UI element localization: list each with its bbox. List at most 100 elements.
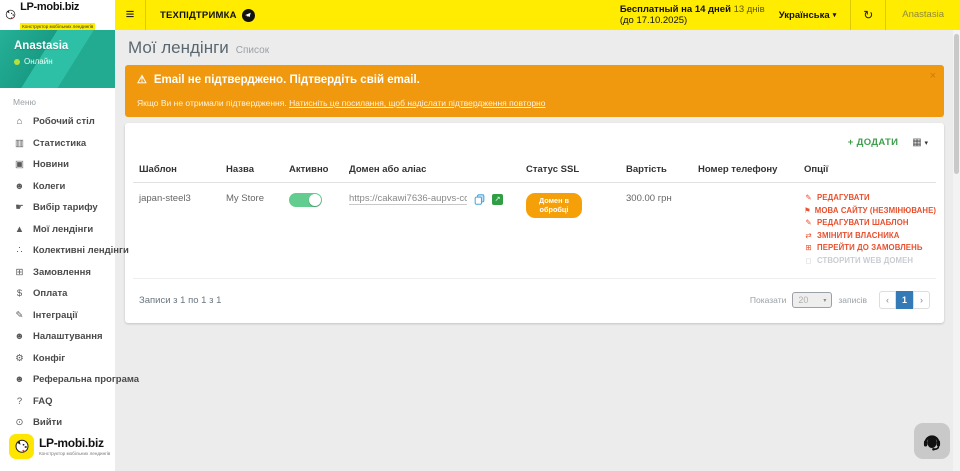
- domain-icon: ◻: [804, 256, 813, 265]
- page-size-select[interactable]: 20 ▾: [792, 292, 832, 308]
- page-subtitle: Список: [236, 45, 269, 56]
- domain-link[interactable]: https://cakawi7636-aupvs-com-42: [349, 193, 467, 205]
- menu-section-label: Меню: [0, 88, 115, 109]
- dashboard-icon: ⌂: [13, 116, 26, 127]
- hamburger-menu-icon[interactable]: ≡: [115, 0, 145, 30]
- flag-icon: ⚑: [804, 206, 811, 215]
- pagination-prev-button[interactable]: ‹: [879, 291, 896, 309]
- sidebar-item-payment[interactable]: $Оплата: [0, 283, 115, 305]
- active-toggle[interactable]: [289, 193, 322, 207]
- option-create-web-domain: ◻СТВОРИТИ WEB ДОМЕН: [804, 256, 930, 265]
- col-phone: Номер телефону: [692, 158, 798, 183]
- resend-confirmation-link[interactable]: Натисніть це посилання, щоб надіслати пі…: [289, 98, 545, 108]
- referral-icon: ☻: [13, 374, 26, 385]
- dog-logo-icon: [4, 5, 17, 25]
- payment-icon: $: [13, 288, 26, 299]
- logo-bottom[interactable]: LP-mobi.biz Конструктор мобільних лендин…: [9, 434, 110, 459]
- columns-visibility-button[interactable]: ▦ ▾: [912, 137, 928, 148]
- orders-icon: ⊞: [13, 267, 26, 278]
- sidebar-item-settings[interactable]: ☻Налаштування: [0, 326, 115, 348]
- landings-card: + ДОДАТИ ▦ ▾ Шаблон Назва Активн: [125, 123, 944, 323]
- col-price: Вартість: [620, 158, 692, 183]
- trial-status[interactable]: Бесплатный на 14 дней 13 днів (до 17.10.…: [620, 4, 765, 27]
- scrollbar-track: [953, 30, 960, 471]
- add-landing-button[interactable]: + ДОДАТИ: [848, 137, 898, 148]
- sidebar-item-collective-landings[interactable]: ∴Колективні лендінги: [0, 240, 115, 262]
- table-header-row: Шаблон Назва Активно Домен або аліас Ста…: [133, 158, 936, 183]
- options-list: ✎РЕДАГУВАТИ ⚑МОВА САЙТУ (НЕЗМІНЮВАНЕ) ✎Р…: [804, 193, 930, 265]
- sidebar-item-config[interactable]: ⚙Конфіг: [0, 348, 115, 370]
- sidebar-item-my-landings[interactable]: ▲Мої лендінги: [0, 219, 115, 241]
- cell-active: [283, 183, 343, 279]
- show-label: Показати: [750, 295, 786, 305]
- refresh-icon[interactable]: ↻: [851, 0, 885, 30]
- language-selector[interactable]: Українська ▾: [779, 10, 836, 21]
- sidebar-item-integrations[interactable]: ✎Інтеграції: [0, 305, 115, 327]
- headset-icon: [921, 430, 943, 452]
- sidebar-item-orders[interactable]: ⊞Замовлення: [0, 262, 115, 284]
- tariff-icon: ☛: [13, 202, 26, 213]
- landings-table: Шаблон Назва Активно Домен або аліас Ста…: [133, 158, 936, 279]
- close-icon[interactable]: ×: [930, 70, 936, 82]
- sidebar-item-news[interactable]: ▣Новини: [0, 154, 115, 176]
- online-status-dot: [14, 59, 20, 65]
- settings-icon: ☻: [13, 331, 26, 342]
- scrollbar-thumb[interactable]: [954, 34, 959, 174]
- col-active: Активно: [283, 158, 343, 183]
- cell-template: japan-steel3: [133, 183, 220, 279]
- page-title: Мої лендінги: [128, 38, 229, 58]
- sidebar-user-status: Онлайн: [24, 57, 53, 66]
- col-options: Опції: [798, 158, 936, 183]
- col-domain: Домен або аліас: [343, 158, 520, 183]
- sidebar-item-faq[interactable]: ?FAQ: [0, 391, 115, 413]
- chevron-down-icon: ▾: [924, 140, 928, 147]
- logo-top[interactable]: LP-mobi.biz Конструктор мобільних лендин…: [0, 0, 115, 30]
- swap-icon: ⇄: [804, 231, 813, 240]
- logo-name: LP-mobi.biz: [20, 1, 79, 13]
- sidebar-item-referral[interactable]: ☻Реферальна програма: [0, 369, 115, 391]
- statistics-icon: ▥: [13, 138, 26, 149]
- topbar: ≡ ТЕХПІДТРИМКА Бесплатный на 14 дней 13 …: [115, 0, 960, 30]
- sidebar-item-tariff[interactable]: ☛Вибір тарифу: [0, 197, 115, 219]
- option-change-owner[interactable]: ⇄ЗМІНИТИ ВЛАСНИКА: [804, 231, 930, 240]
- cell-price: 300.00 грн: [620, 183, 692, 279]
- copy-icon[interactable]: [474, 194, 485, 205]
- faq-icon: ?: [13, 396, 26, 407]
- cell-domain: https://cakawi7636-aupvs-com-42 ↗: [343, 183, 520, 279]
- option-go-to-orders[interactable]: ⊞ПЕРЕЙТИ ДО ЗАМОВЛЕНЬ: [804, 243, 930, 252]
- edit-icon: ✎: [804, 218, 813, 227]
- main-content: Мої лендінги Список ⚠ Email не підтвердж…: [115, 30, 960, 471]
- collective-landings-icon: ∴: [13, 245, 26, 256]
- open-site-icon[interactable]: ↗: [492, 194, 503, 205]
- option-edit[interactable]: ✎РЕДАГУВАТИ: [804, 193, 930, 202]
- sidebar: LP-mobi.biz Конструктор мобільних лендин…: [0, 0, 115, 471]
- pagination-page-1[interactable]: 1: [896, 291, 913, 309]
- sidebar-item-logout[interactable]: ⊙Вийти: [0, 412, 115, 434]
- banner-text: Якщо Ви не отримали підтвердження.: [137, 98, 287, 108]
- sidebar-menu: ⌂Робочий стіл ▥Статистика ▣Новини ☻Колег…: [0, 111, 115, 434]
- pagination-next-button[interactable]: ›: [913, 291, 930, 309]
- option-site-language[interactable]: ⚑МОВА САЙТУ (НЕЗМІНЮВАНЕ): [804, 206, 930, 215]
- trial-until: (до 17.10.2025): [620, 15, 765, 26]
- colleagues-icon: ☻: [13, 181, 26, 192]
- option-edit-template[interactable]: ✎РЕДАГУВАТИ ШАБЛОН: [804, 218, 930, 227]
- col-name: Назва: [220, 158, 283, 183]
- telegram-icon: [242, 9, 255, 22]
- cart-icon: ⊞: [804, 243, 813, 252]
- support-chat-widget[interactable]: [914, 423, 950, 459]
- dog-logo-icon: [9, 434, 34, 459]
- records-info: Записи з 1 по 1 з 1: [139, 295, 221, 306]
- email-warning-banner: ⚠ Email не підтверджено. Підтвердіть сві…: [125, 65, 944, 117]
- cell-name: My Store: [220, 183, 283, 279]
- sidebar-item-statistics[interactable]: ▥Статистика: [0, 133, 115, 155]
- news-icon: ▣: [13, 159, 26, 170]
- config-icon: ⚙: [13, 353, 26, 364]
- logo-tagline: Конструктор мобільних лендингів: [20, 23, 95, 30]
- warning-icon: ⚠: [137, 73, 147, 86]
- banner-title: Email не підтверджено. Підтвердіть свій …: [154, 74, 420, 86]
- support-button[interactable]: ТЕХПІДТРИМКА: [146, 0, 269, 30]
- col-ssl: Статус SSL: [520, 158, 620, 183]
- sidebar-item-dashboard[interactable]: ⌂Робочий стіл: [0, 111, 115, 133]
- sidebar-item-colleagues[interactable]: ☻Колеги: [0, 176, 115, 198]
- topbar-username[interactable]: Anastasia: [886, 0, 960, 30]
